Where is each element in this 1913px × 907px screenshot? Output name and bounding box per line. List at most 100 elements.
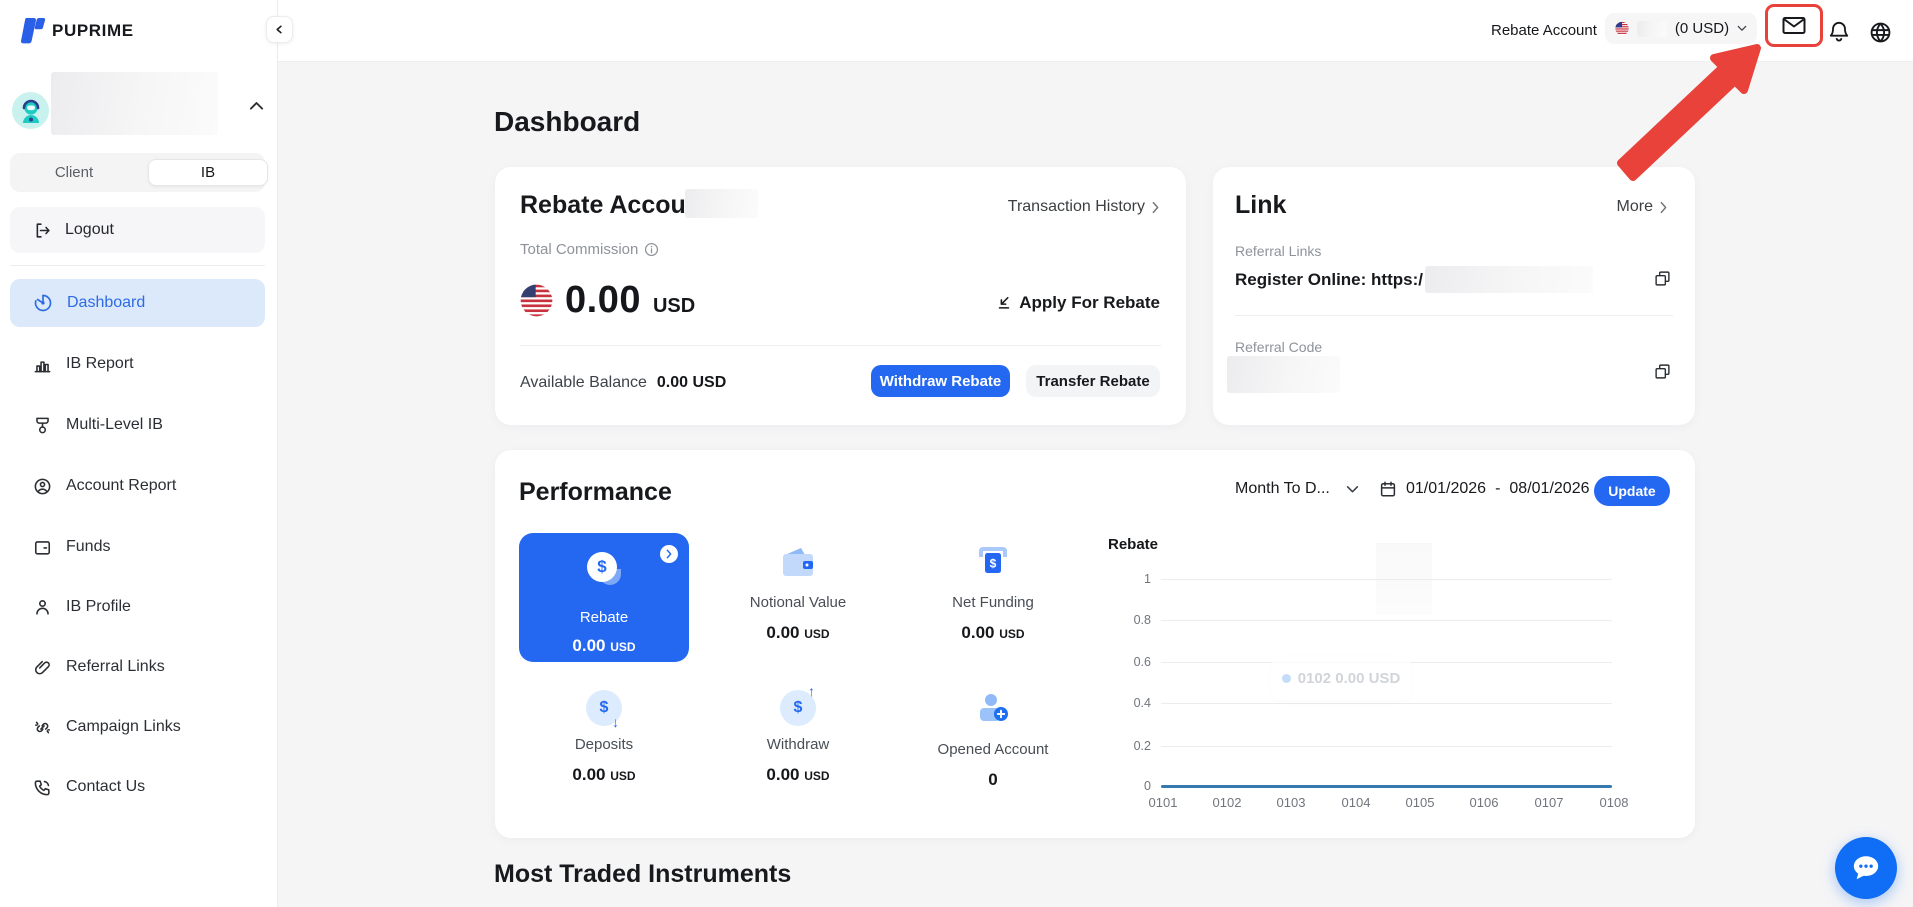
logout-button[interactable]: Logout: [10, 207, 265, 253]
tile-value: 0.00 USD: [713, 765, 883, 785]
chevron-right-icon: [1660, 201, 1667, 213]
range-option-label: Month To D...: [1235, 480, 1330, 497]
tile-chevron-button[interactable]: [660, 545, 678, 563]
tile-withdraw[interactable]: $ ↑ Withdraw 0.00 USD: [713, 683, 883, 785]
sidebar-item-multi-level-ib[interactable]: Multi-Level IB: [10, 401, 265, 449]
info-icon[interactable]: [644, 242, 659, 257]
sidebar-item-campaign-links[interactable]: Campaign Links: [10, 703, 265, 751]
most-traded-instruments-title: Most Traded Instruments: [494, 860, 792, 888]
chevron-up-icon[interactable]: [249, 100, 264, 111]
dashboard-icon: [34, 294, 52, 312]
date-from: 01/01/2026: [1406, 480, 1487, 497]
performance-card: Performance Month To D... 01/01/2026 - 0…: [495, 450, 1695, 838]
tile-unit: USD: [999, 627, 1025, 641]
apply-rebate-icon: [998, 296, 1010, 309]
dollar-coin-icon: $: [587, 552, 617, 582]
mail-highlight-box[interactable]: [1765, 4, 1823, 47]
tile-value: 0: [908, 770, 1078, 790]
tile-rebate[interactable]: $ Rebate 0.00 USD: [519, 533, 689, 662]
date-range-select[interactable]: Month To D...: [1235, 480, 1359, 498]
withdraw-icon: $ ↑: [780, 683, 816, 726]
available-balance-label: Available Balance: [520, 374, 647, 391]
transaction-history-link[interactable]: Transaction History: [1008, 198, 1160, 216]
calendar-icon: [1380, 481, 1396, 497]
commission-amount: 0.00 USD: [520, 279, 695, 322]
gridline: [1161, 703, 1612, 704]
y-tick: 0.6: [1133, 655, 1151, 669]
sidebar-item-referral-links[interactable]: Referral Links: [10, 643, 265, 691]
gridline: [1161, 746, 1612, 747]
paperclip-icon: [34, 660, 50, 675]
referral-links-label: Referral Links: [1235, 243, 1322, 259]
tile-label: Net Funding: [952, 594, 1034, 611]
tile-unit: USD: [804, 769, 830, 783]
y-tick: 1: [1144, 572, 1151, 586]
tile-opened-account[interactable]: Opened Account 0: [908, 690, 1078, 790]
commission-currency: USD: [652, 295, 696, 317]
medal-icon: [36, 417, 49, 433]
referral-link-value: Register Online: https:/: [1235, 266, 1593, 293]
referral-code-label: Referral Code: [1235, 339, 1323, 355]
sidebar-item-ib-profile[interactable]: IB Profile: [10, 583, 265, 631]
tile-value: 0.00 USD: [519, 636, 689, 656]
chevron-down-icon: [1346, 485, 1358, 492]
copy-icon[interactable]: [1654, 363, 1671, 380]
gridline: [1161, 579, 1612, 580]
tile-notional-value[interactable]: Notional Value 0.00 USD: [713, 545, 883, 643]
mail-icon: [1782, 17, 1806, 34]
rebate-account-card: Rebate Account Transaction History Total…: [495, 167, 1186, 425]
transfer-rebate-button[interactable]: Transfer Rebate: [1026, 365, 1160, 397]
language-button[interactable]: [1869, 21, 1892, 49]
sidebar-collapse-button[interactable]: [266, 16, 293, 43]
account-selector[interactable]: (0 USD): [1605, 13, 1757, 44]
tile-deposits[interactable]: $ ↓ Deposits 0.00 USD: [519, 690, 689, 785]
tile-amount: 0.00: [961, 623, 995, 642]
globe-icon: [1870, 22, 1891, 43]
phone-icon: [34, 779, 50, 795]
add-account-icon: [980, 694, 1008, 721]
x-tick: 0107: [1534, 795, 1564, 810]
apply-for-rebate-link[interactable]: Apply For Rebate: [995, 293, 1160, 313]
date-range-picker[interactable]: 01/01/2026 - 08/01/2026: [1379, 480, 1589, 498]
performance-title: Performance: [519, 478, 672, 506]
chat-bubble-icon: [1853, 856, 1879, 880]
gridline: [1161, 620, 1612, 621]
sidebar-item-dashboard[interactable]: Dashboard: [10, 279, 265, 327]
sidebar-item-label: Contact Us: [66, 778, 146, 795]
tile-net-funding[interactable]: $ Net Funding 0.00 USD: [908, 545, 1078, 643]
profile-name-redacted: [51, 72, 218, 135]
copy-icon[interactable]: [1654, 270, 1671, 287]
chart-title: Rebate: [1108, 536, 1159, 553]
chevron-right-icon: [666, 549, 672, 559]
sidebar-item-ib-report[interactable]: IB Report: [10, 340, 265, 388]
link-card: Link More Referral Links Register Online…: [1213, 167, 1695, 425]
notifications-button[interactable]: [1828, 20, 1850, 49]
toggle-ib[interactable]: IB: [148, 159, 268, 186]
live-chat-button[interactable]: [1835, 837, 1897, 899]
avatar[interactable]: [12, 92, 49, 129]
ib-dashboard: PUPRIME Client IB Logout Dashboard IB Re…: [0, 0, 1913, 907]
atm-dollar-icon: $: [979, 547, 1007, 573]
x-tick: 0106: [1469, 795, 1499, 810]
sidebar-item-contact-us[interactable]: Contact Us: [10, 763, 265, 811]
card-divider: [1235, 315, 1673, 316]
x-tick: 0101: [1148, 795, 1178, 810]
toggle-client[interactable]: Client: [10, 164, 138, 181]
bar-chart-icon: [34, 360, 51, 372]
x-tick: 0104: [1341, 795, 1371, 810]
sidebar-item-account-report[interactable]: Account Report: [10, 462, 265, 510]
x-tick: 0103: [1276, 795, 1306, 810]
y-tick: 0: [1144, 779, 1151, 793]
total-commission-text: Total Commission: [520, 241, 639, 258]
update-button[interactable]: Update: [1594, 476, 1670, 506]
referral-link-text: Register Online: https:/: [1235, 269, 1423, 289]
y-tick: 0.2: [1133, 739, 1151, 753]
tile-value: 0.00 USD: [908, 623, 1078, 643]
link-more-link[interactable]: More: [1617, 198, 1668, 216]
withdraw-rebate-button[interactable]: Withdraw Rebate: [871, 365, 1010, 397]
apply-for-rebate-label: Apply For Rebate: [1019, 293, 1160, 312]
tile-label: Withdraw: [766, 736, 830, 753]
tile-unit: USD: [610, 769, 636, 783]
date-to: 08/01/2026: [1509, 480, 1590, 497]
sidebar-item-funds[interactable]: Funds: [10, 523, 265, 571]
